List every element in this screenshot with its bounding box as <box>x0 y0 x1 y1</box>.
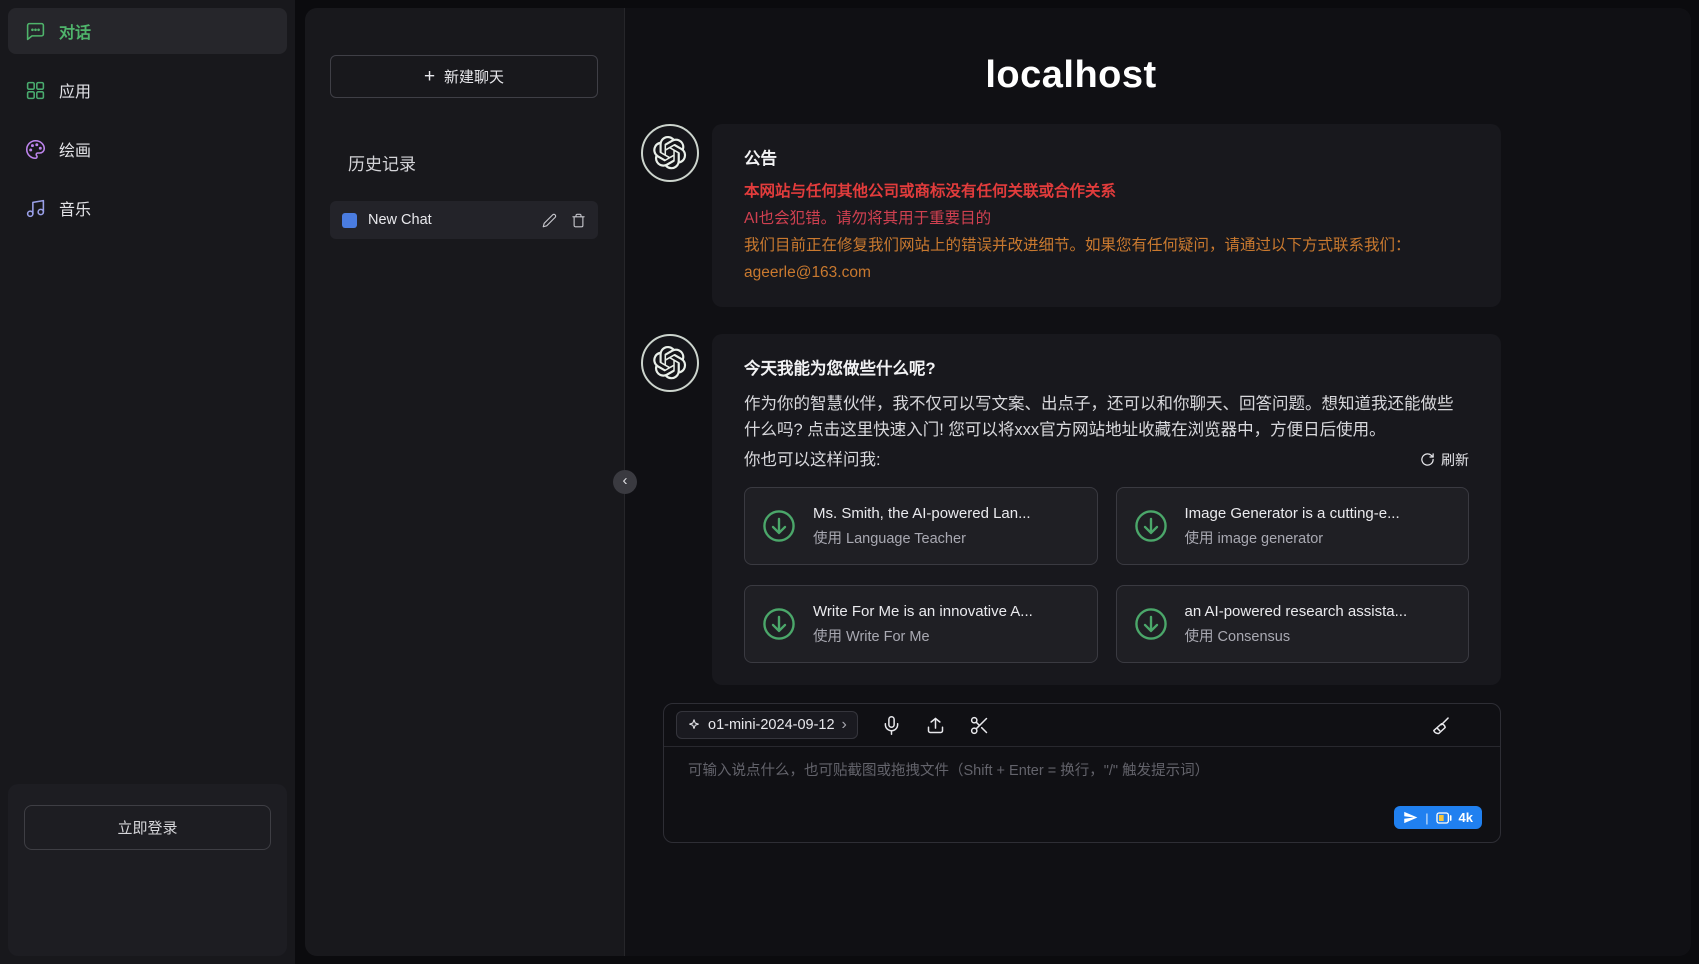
suggestion-texts: an AI-powered research assista... 使用 Con… <box>1185 601 1408 646</box>
announcement-bubble: 公告 本网站与任何其他公司或商标没有任何关联或合作关系 AI也会犯错。请勿将其用… <box>712 124 1501 307</box>
suggestion-grid: Ms. Smith, the AI-powered Lan... 使用 Lang… <box>744 487 1469 663</box>
refresh-button[interactable]: 刷新 <box>1420 449 1469 471</box>
arrow-down-circle-icon <box>1132 507 1170 545</box>
announcement-line: AI也会犯错。请勿将其用于重要目的 <box>744 207 1469 231</box>
history-title: 历史记录 <box>348 150 599 175</box>
announcement-email[interactable]: ageerle@163.com <box>744 261 1469 285</box>
suggestion-title: Image Generator is a cutting-e... <box>1185 503 1400 524</box>
suggestion-subtitle: 使用 image generator <box>1185 531 1400 548</box>
app-root: 对话 应用 绘画 <box>0 0 1699 964</box>
suggestion-subtitle: 使用 Language Teacher <box>813 531 1031 548</box>
refresh-icon <box>1420 452 1435 467</box>
suggestion-texts: Write For Me is an innovative A... 使用 Wr… <box>813 601 1033 646</box>
token-count: 4k <box>1459 810 1473 825</box>
content-wrapper: + 新建聊天 历史记录 New Chat <box>305 8 1691 956</box>
openai-logo-icon <box>653 136 687 170</box>
chevron-left-icon: ‹ <box>623 470 628 492</box>
chat-square-icon <box>342 213 357 228</box>
new-chat-button[interactable]: + 新建聊天 <box>330 55 598 98</box>
chat-main: localhost 公告 本网站与任何其他公司或商标没有任何关联或合作关系 AI… <box>625 8 1691 956</box>
message-welcome: 今天我能为您做些什么呢? 作为你的智慧伙伴，我不仅可以写文案、出点子，还可以和你… <box>641 334 1501 685</box>
login-panel: 立即登录 <box>8 784 287 956</box>
welcome-body: 作为你的智慧伙伴，我不仅可以写文案、出点子，还可以和你聊天、回答问题。想知道我还… <box>744 391 1469 444</box>
upload-icon <box>925 715 946 736</box>
scissors-icon <box>969 715 990 736</box>
send-button[interactable]: | 4k <box>1394 806 1482 829</box>
model-icon <box>687 718 701 732</box>
send-icon <box>1403 810 1418 825</box>
sidebar-item-chat[interactable]: 对话 <box>8 8 287 54</box>
chat-history-item[interactable]: New Chat <box>330 201 598 239</box>
collapse-panel-button[interactable]: ‹ <box>613 470 637 494</box>
openai-avatar <box>641 334 699 392</box>
suggestion-card[interactable]: Write For Me is an innovative A... 使用 Wr… <box>744 585 1098 663</box>
upload-button[interactable] <box>925 715 946 736</box>
badge-divider: | <box>1425 811 1428 825</box>
sidebar-item-label: 音乐 <box>59 196 91 220</box>
new-chat-label: 新建聊天 <box>444 66 504 87</box>
sidebar-item-label: 应用 <box>59 78 91 102</box>
model-selector[interactable]: o1-mini-2024-09-12 › <box>676 711 858 739</box>
sidebar-item-label: 绘画 <box>59 137 91 161</box>
login-button[interactable]: 立即登录 <box>24 805 271 850</box>
apps-icon <box>25 80 46 101</box>
composer-toolbar: o1-mini-2024-09-12 › <box>664 704 1500 747</box>
page-title: localhost <box>641 54 1501 97</box>
message-announcement: 公告 本网站与任何其他公司或商标没有任何关联或合作关系 AI也会犯错。请勿将其用… <box>641 124 1501 307</box>
suggestion-title: Ms. Smith, the AI-powered Lan... <box>813 503 1031 524</box>
sidebar-item-label: 对话 <box>59 19 91 43</box>
suggestion-card[interactable]: Ms. Smith, the AI-powered Lan... 使用 Lang… <box>744 487 1098 565</box>
clear-context-button[interactable] <box>1431 715 1452 736</box>
message-input[interactable] <box>688 761 1476 823</box>
announcement-line: 本网站与任何其他公司或商标没有任何关联或合作关系 <box>744 180 1469 204</box>
suggestion-card[interactable]: an AI-powered research assista... 使用 Con… <box>1116 585 1470 663</box>
suggestion-title: an AI-powered research assista... <box>1185 601 1408 622</box>
sidebar-item-draw[interactable]: 绘画 <box>8 126 287 172</box>
sidebar: 对话 应用 绘画 <box>0 0 295 964</box>
ask-hint: 你也可以这样问我: <box>744 447 881 473</box>
chat-list-panel: + 新建聊天 历史记录 New Chat <box>305 8 625 956</box>
arrow-down-circle-icon <box>1132 605 1170 643</box>
edit-icon[interactable] <box>542 213 557 228</box>
mic-icon <box>881 715 902 736</box>
sidebar-item-music[interactable]: 音乐 <box>8 185 287 231</box>
chat-item-title: New Chat <box>368 212 528 228</box>
chat-icon <box>25 21 46 42</box>
chevron-right-icon: › <box>842 717 847 733</box>
refresh-label: 刷新 <box>1441 449 1469 471</box>
suggestion-subtitle: 使用 Write For Me <box>813 629 1033 646</box>
openai-avatar <box>641 124 699 182</box>
battery-icon <box>1436 812 1452 824</box>
mic-button[interactable] <box>881 715 902 736</box>
scissors-button[interactable] <box>969 715 990 736</box>
arrow-down-circle-icon <box>760 507 798 545</box>
ask-row: 你也可以这样问我: 刷新 <box>744 447 1469 473</box>
plus-icon: + <box>424 67 435 86</box>
suggestion-texts: Image Generator is a cutting-e... 使用 ima… <box>1185 503 1400 548</box>
suggestion-subtitle: 使用 Consensus <box>1185 629 1408 646</box>
delete-icon[interactable] <box>571 213 586 228</box>
welcome-title: 今天我能为您做些什么呢? <box>744 356 1469 382</box>
suggestion-card[interactable]: Image Generator is a cutting-e... 使用 ima… <box>1116 487 1470 565</box>
broom-icon <box>1431 715 1452 736</box>
suggestion-texts: Ms. Smith, the AI-powered Lan... 使用 Lang… <box>813 503 1031 548</box>
announcement-line: 我们目前正在修复我们网站上的错误并改进细节。如果您有任何疑问，请通过以下方式联系… <box>744 234 1469 258</box>
arrow-down-circle-icon <box>760 605 798 643</box>
input-zone: | 4k <box>664 747 1500 842</box>
palette-icon <box>25 139 46 160</box>
music-icon <box>25 198 46 219</box>
sidebar-item-apps[interactable]: 应用 <box>8 67 287 113</box>
openai-logo-icon <box>653 346 687 380</box>
welcome-bubble: 今天我能为您做些什么呢? 作为你的智慧伙伴，我不仅可以写文案、出点子，还可以和你… <box>712 334 1501 685</box>
composer: o1-mini-2024-09-12 › <box>663 703 1501 843</box>
model-label: o1-mini-2024-09-12 <box>708 717 835 733</box>
suggestion-title: Write For Me is an innovative A... <box>813 601 1033 622</box>
announcement-title: 公告 <box>744 146 1469 172</box>
